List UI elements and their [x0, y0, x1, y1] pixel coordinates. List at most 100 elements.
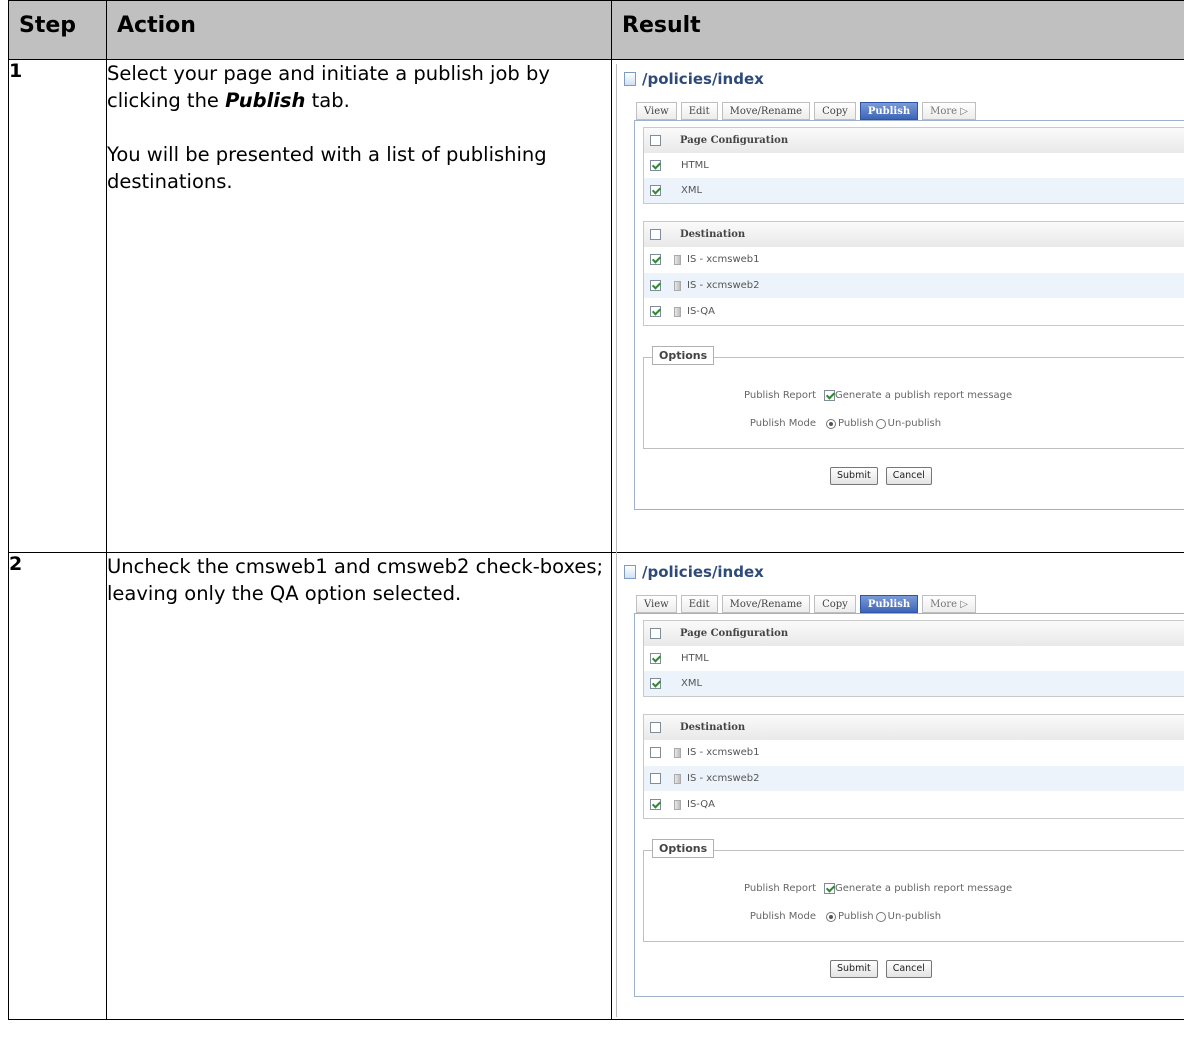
action-text: Select your page and initiate a publish …: [107, 60, 611, 114]
destination-name: IS - xcmsweb2: [687, 773, 760, 784]
header-step: Step: [8, 0, 107, 60]
tab-more[interactable]: More ▷: [922, 102, 976, 120]
unpublish-radio[interactable]: [875, 418, 886, 429]
publish-panel: Page Configuration HTML XML Destination IS -…: [634, 613, 1184, 997]
step-number: 2: [8, 552, 107, 1020]
publish-report-label: Publish Report: [744, 883, 816, 894]
config-checkbox[interactable]: [650, 653, 661, 664]
options-fieldset: Options Publish Report Generate a publish …: [643, 346, 1184, 449]
select-all-checkbox[interactable]: [650, 135, 661, 146]
action-cell: Select your page and initiate a publish …: [106, 59, 612, 553]
submit-button[interactable]: Submit: [830, 467, 878, 485]
server-icon: [674, 773, 681, 784]
destination-checkbox[interactable]: [650, 306, 661, 317]
panel-edge: [616, 557, 617, 1017]
server-icon: [674, 306, 681, 317]
publish-report-text: Generate a publish report message: [835, 390, 1013, 401]
config-checkbox[interactable]: [650, 678, 661, 689]
destination-label: Destination: [680, 229, 746, 240]
cancel-button[interactable]: Cancel: [885, 960, 932, 978]
destination-name: IS-QA: [687, 799, 715, 810]
tab-bar: View Edit Move/Rename Copy Publish More ▷: [636, 595, 980, 613]
publish-radio-label: Publish: [838, 418, 874, 429]
tab-more[interactable]: More ▷: [922, 595, 976, 613]
unpublish-radio-label: Un-publish: [887, 911, 942, 922]
unpublish-radio[interactable]: [875, 911, 886, 922]
config-label: XML: [681, 678, 703, 689]
publish-mode-line: Publish Mode Publish Un-publish: [644, 418, 1184, 429]
destination-label: Destination: [680, 722, 746, 733]
server-icon: [674, 747, 681, 758]
tab-bar: View Edit Move/Rename Copy Publish More ▷: [636, 102, 980, 120]
tab-view[interactable]: View: [636, 595, 677, 613]
submit-button[interactable]: Submit: [830, 960, 878, 978]
tab-view[interactable]: View: [636, 102, 677, 120]
config-label: HTML: [681, 653, 709, 664]
options-legend: Options: [652, 839, 715, 858]
options-fieldset: Options Publish Report Generate a publish …: [643, 839, 1184, 942]
server-icon: [674, 254, 681, 265]
header-action: Action: [106, 0, 612, 60]
action-cell: Uncheck the cmsweb1 and cmsweb2 check-bo…: [106, 552, 612, 1020]
destination-group: Destination IS - xcmsweb1 IS - xcmsweb2 IS-…: [643, 714, 1184, 819]
config-checkbox[interactable]: [650, 185, 661, 196]
instructions-table: Step Action Result 1 Select your page an…: [8, 0, 1184, 1020]
tab-publish[interactable]: Publish: [859, 595, 919, 613]
publish-radio[interactable]: [826, 911, 836, 922]
config-checkbox[interactable]: [650, 160, 661, 171]
select-all-checkbox[interactable]: [650, 628, 661, 639]
destination-row: IS - xcmsweb2: [644, 273, 1184, 298]
destination-row: IS - xcmsweb2: [644, 766, 1184, 791]
publish-mode-line: Publish Mode Publish Un-publish: [644, 911, 1184, 922]
tab-move-rename[interactable]: Move/Rename: [721, 102, 811, 120]
options-legend: Options: [652, 346, 715, 365]
destination-checkbox[interactable]: [650, 747, 661, 758]
tab-copy[interactable]: Copy: [814, 595, 856, 613]
destination-name: IS - xcmsweb2: [687, 280, 760, 291]
cms-screenshot: /policies/index View Edit Move/Rename Copy Pu…: [616, 557, 1184, 1017]
page-icon: [624, 72, 636, 86]
config-label: XML: [681, 185, 703, 196]
config-label: HTML: [681, 160, 709, 171]
tab-copy[interactable]: Copy: [814, 102, 856, 120]
cancel-button[interactable]: Cancel: [885, 467, 932, 485]
destination-row: IS-QA: [644, 792, 1184, 817]
header-result: Result: [611, 0, 1184, 60]
destination-checkbox[interactable]: [650, 773, 661, 784]
page-icon: [624, 565, 636, 579]
unpublish-radio-label: Un-publish: [887, 418, 942, 429]
page-path: /policies/index: [624, 70, 764, 88]
select-all-checkbox[interactable]: [650, 229, 661, 240]
destination-checkbox[interactable]: [650, 254, 661, 265]
tab-edit[interactable]: Edit: [680, 595, 718, 613]
action-emphasis: Publish: [225, 89, 306, 112]
publish-report-checkbox[interactable]: [824, 883, 835, 894]
page-config-header: Page Configuration: [644, 621, 1184, 646]
page-path-text: /policies/index: [642, 563, 764, 581]
action-text: You will be presented with a list of pub…: [107, 143, 547, 193]
table-row: 2 Uncheck the cmsweb1 and cmsweb2 check-…: [8, 552, 1184, 1020]
destination-name: IS - xcmsweb1: [687, 254, 760, 265]
destination-checkbox[interactable]: [650, 280, 661, 291]
publish-mode-label: Publish Mode: [749, 418, 816, 429]
publish-radio[interactable]: [826, 418, 836, 429]
panel-edge: [616, 64, 617, 598]
server-icon: [674, 280, 681, 291]
page-config-label: Page Configuration: [680, 628, 789, 639]
page-path-text: /policies/index: [642, 70, 764, 88]
tab-publish[interactable]: Publish: [859, 102, 919, 120]
tab-edit[interactable]: Edit: [680, 102, 718, 120]
page-config-label: Page Configuration: [680, 135, 789, 146]
publish-report-text: Generate a publish report message: [835, 883, 1013, 894]
destination-checkbox[interactable]: [650, 799, 661, 810]
form-buttons: Submit Cancel: [635, 467, 1184, 485]
page-config-group: Page Configuration HTML XML: [643, 127, 1184, 204]
table-row: 1 Select your page and initiate a publis…: [8, 59, 1184, 598]
tab-move-rename[interactable]: Move/Rename: [721, 595, 811, 613]
destination-row: IS - xcmsweb1: [644, 247, 1184, 272]
destination-header: Destination: [644, 715, 1184, 740]
select-all-checkbox[interactable]: [650, 722, 661, 733]
destination-row: IS - xcmsweb1: [644, 740, 1184, 765]
publish-report-checkbox[interactable]: [824, 390, 835, 401]
page-config-group: Page Configuration HTML XML: [643, 620, 1184, 697]
